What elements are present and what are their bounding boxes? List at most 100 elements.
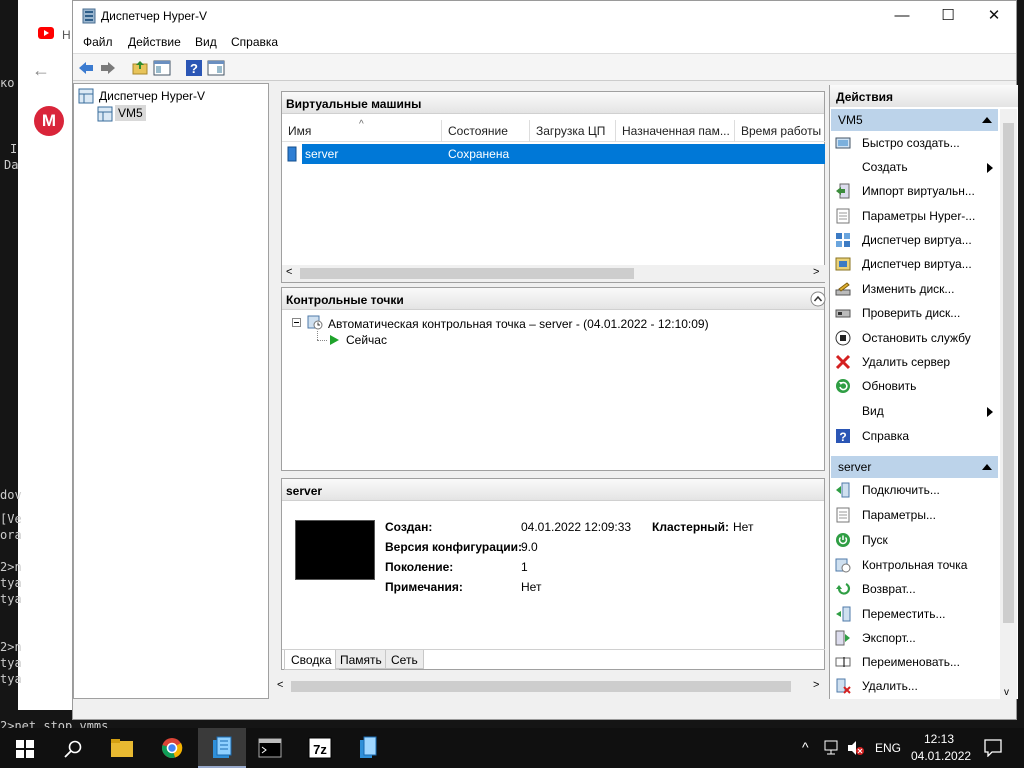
action-refresh[interactable]: Обновить: [835, 376, 995, 398]
scroll-thumb[interactable]: [300, 268, 634, 279]
scroll-thumb[interactable]: [291, 681, 791, 692]
terminal-line: 2>n: [0, 560, 22, 574]
search-icon[interactable]: [64, 740, 82, 758]
action-edit-disk[interactable]: Изменить диск...: [835, 279, 995, 301]
action-remove-server[interactable]: Удалить сервер: [835, 352, 995, 374]
taskbar-chrome[interactable]: [148, 728, 196, 768]
action-start[interactable]: Пуск: [835, 530, 995, 552]
tab-summary[interactable]: Сводка: [284, 650, 339, 670]
checkpoint-item[interactable]: Автоматическая контрольная точка – serve…: [328, 317, 709, 331]
quick-create-icon: [835, 137, 851, 149]
delete-x-icon: [835, 354, 851, 370]
revert-icon: [836, 582, 851, 595]
action-hyperv-settings[interactable]: Параметры Hyper-...: [835, 206, 995, 228]
forward-icon[interactable]: [99, 59, 117, 77]
move-icon: [836, 606, 851, 622]
action-import-vm[interactable]: Импорт виртуальн...: [835, 181, 995, 203]
back-icon[interactable]: [77, 59, 95, 77]
action-virtual-san-manager[interactable]: Диспетчер виртуа...: [835, 254, 995, 276]
actions-group-server[interactable]: server: [831, 456, 998, 478]
center-horizontal-scrollbar[interactable]: < >: [273, 678, 829, 695]
show-hide-action-pane-icon[interactable]: [207, 59, 225, 77]
vm-thumbnail[interactable]: [295, 520, 375, 580]
menu-action[interactable]: Действие: [128, 35, 181, 49]
actions-group-vm5[interactable]: VM5: [831, 109, 998, 131]
horizontal-scrollbar[interactable]: < >: [282, 265, 825, 282]
clock-date[interactable]: 04.01.2022: [911, 749, 971, 763]
scroll-right-icon[interactable]: >: [813, 679, 819, 691]
action-help[interactable]: ? Справка: [835, 426, 995, 448]
rename-icon: [835, 657, 851, 667]
scroll-thumb[interactable]: [1003, 123, 1014, 623]
menu-help[interactable]: Справка: [231, 35, 278, 49]
network-icon[interactable]: [824, 740, 842, 756]
menu-view[interactable]: Вид: [195, 35, 217, 49]
action-stop-service[interactable]: Остановить службу: [835, 328, 995, 350]
title-bar[interactable]: Диспетчер Hyper-V — ☐ ✕: [73, 1, 1016, 31]
action-connect[interactable]: Подключить...: [835, 480, 995, 502]
collapse-arrow-icon[interactable]: [982, 464, 992, 470]
checkpoint-now[interactable]: Сейчас: [346, 333, 387, 347]
clock-time[interactable]: 12:13: [924, 732, 954, 746]
action-move[interactable]: Переместить...: [835, 604, 995, 626]
action-revert[interactable]: Возврат...: [835, 579, 995, 601]
taskbar-explorer[interactable]: [98, 728, 146, 768]
maximize-button[interactable]: ☐: [925, 1, 971, 31]
inspect-disk-icon: [835, 309, 851, 318]
action-quick-create[interactable]: Быстро создать...: [835, 133, 995, 155]
action-settings[interactable]: Параметры...: [835, 505, 995, 527]
action-create[interactable]: Создать: [835, 157, 995, 179]
menu-file[interactable]: Файл: [83, 35, 113, 49]
tab-network[interactable]: Сеть: [385, 650, 424, 669]
scroll-left-icon[interactable]: <: [286, 266, 292, 278]
group-label: VM5: [838, 113, 863, 127]
action-inspect-disk[interactable]: Проверить диск...: [835, 303, 995, 325]
scroll-down-icon[interactable]: v: [1004, 687, 1009, 698]
volume-muted-icon[interactable]: [847, 740, 865, 756]
scroll-right-icon[interactable]: >: [813, 266, 819, 278]
tree-item-vm5[interactable]: VM5: [115, 105, 146, 121]
close-button[interactable]: ✕: [971, 1, 1017, 31]
action-delete[interactable]: Удалить...: [835, 676, 995, 698]
col-memory[interactable]: Назначенная пам...: [616, 120, 735, 142]
config-version-label: Версия конфигурации:: [385, 540, 523, 554]
show-hide-console-tree-icon[interactable]: [153, 59, 171, 77]
terminal-line: tyа: [0, 656, 22, 670]
collapse-arrow-icon[interactable]: [982, 117, 992, 123]
action-virtual-switch-manager[interactable]: Диспетчер виртуа...: [835, 230, 995, 252]
col-state[interactable]: Состояние: [442, 120, 530, 142]
language-indicator[interactable]: ENG: [875, 741, 901, 755]
vms-header: Виртуальные машины: [282, 92, 824, 114]
back-arrow-icon: ←: [32, 60, 50, 80]
action-export[interactable]: Экспорт...: [835, 628, 995, 650]
scroll-left-icon[interactable]: <: [277, 679, 283, 691]
action-rename[interactable]: Переименовать...: [835, 652, 995, 674]
windows-start-icon[interactable]: [16, 740, 34, 758]
folder-icon: [111, 739, 133, 757]
tree-root-label[interactable]: Диспетчер Hyper-V: [99, 89, 205, 103]
col-cpu[interactable]: Загрузка ЦП: [530, 120, 616, 142]
tree-collapse-icon[interactable]: [292, 318, 301, 327]
action-view[interactable]: Вид: [835, 401, 995, 423]
tab-memory[interactable]: Память: [335, 650, 387, 669]
col-uptime[interactable]: Время работы: [735, 120, 827, 142]
action-checkpoint[interactable]: Контрольная точка: [835, 555, 995, 577]
taskbar-hyperv[interactable]: [198, 728, 246, 768]
browser-tab-label: Н: [62, 28, 71, 42]
tray-overflow-icon[interactable]: ^: [802, 739, 809, 755]
terminal-line: ora: [0, 528, 22, 542]
up-folder-icon[interactable]: [131, 59, 149, 77]
svg-text:?: ?: [839, 430, 846, 444]
notifications-icon[interactable]: [984, 739, 1002, 757]
help-icon[interactable]: ?: [185, 59, 203, 77]
delete-vm-icon: [836, 678, 851, 694]
taskbar-app[interactable]: [344, 728, 392, 768]
taskbar-terminal[interactable]: [246, 728, 294, 768]
actions-vertical-scrollbar[interactable]: v: [1000, 109, 1017, 699]
clustered-label: Кластерный:: [652, 520, 730, 534]
taskbar-7zip[interactable]: 7z: [296, 728, 344, 768]
help-icon: ?: [836, 429, 850, 444]
minimize-button[interactable]: —: [879, 1, 925, 31]
table-row[interactable]: server Сохранена: [282, 144, 825, 164]
collapse-icon[interactable]: [810, 291, 826, 307]
